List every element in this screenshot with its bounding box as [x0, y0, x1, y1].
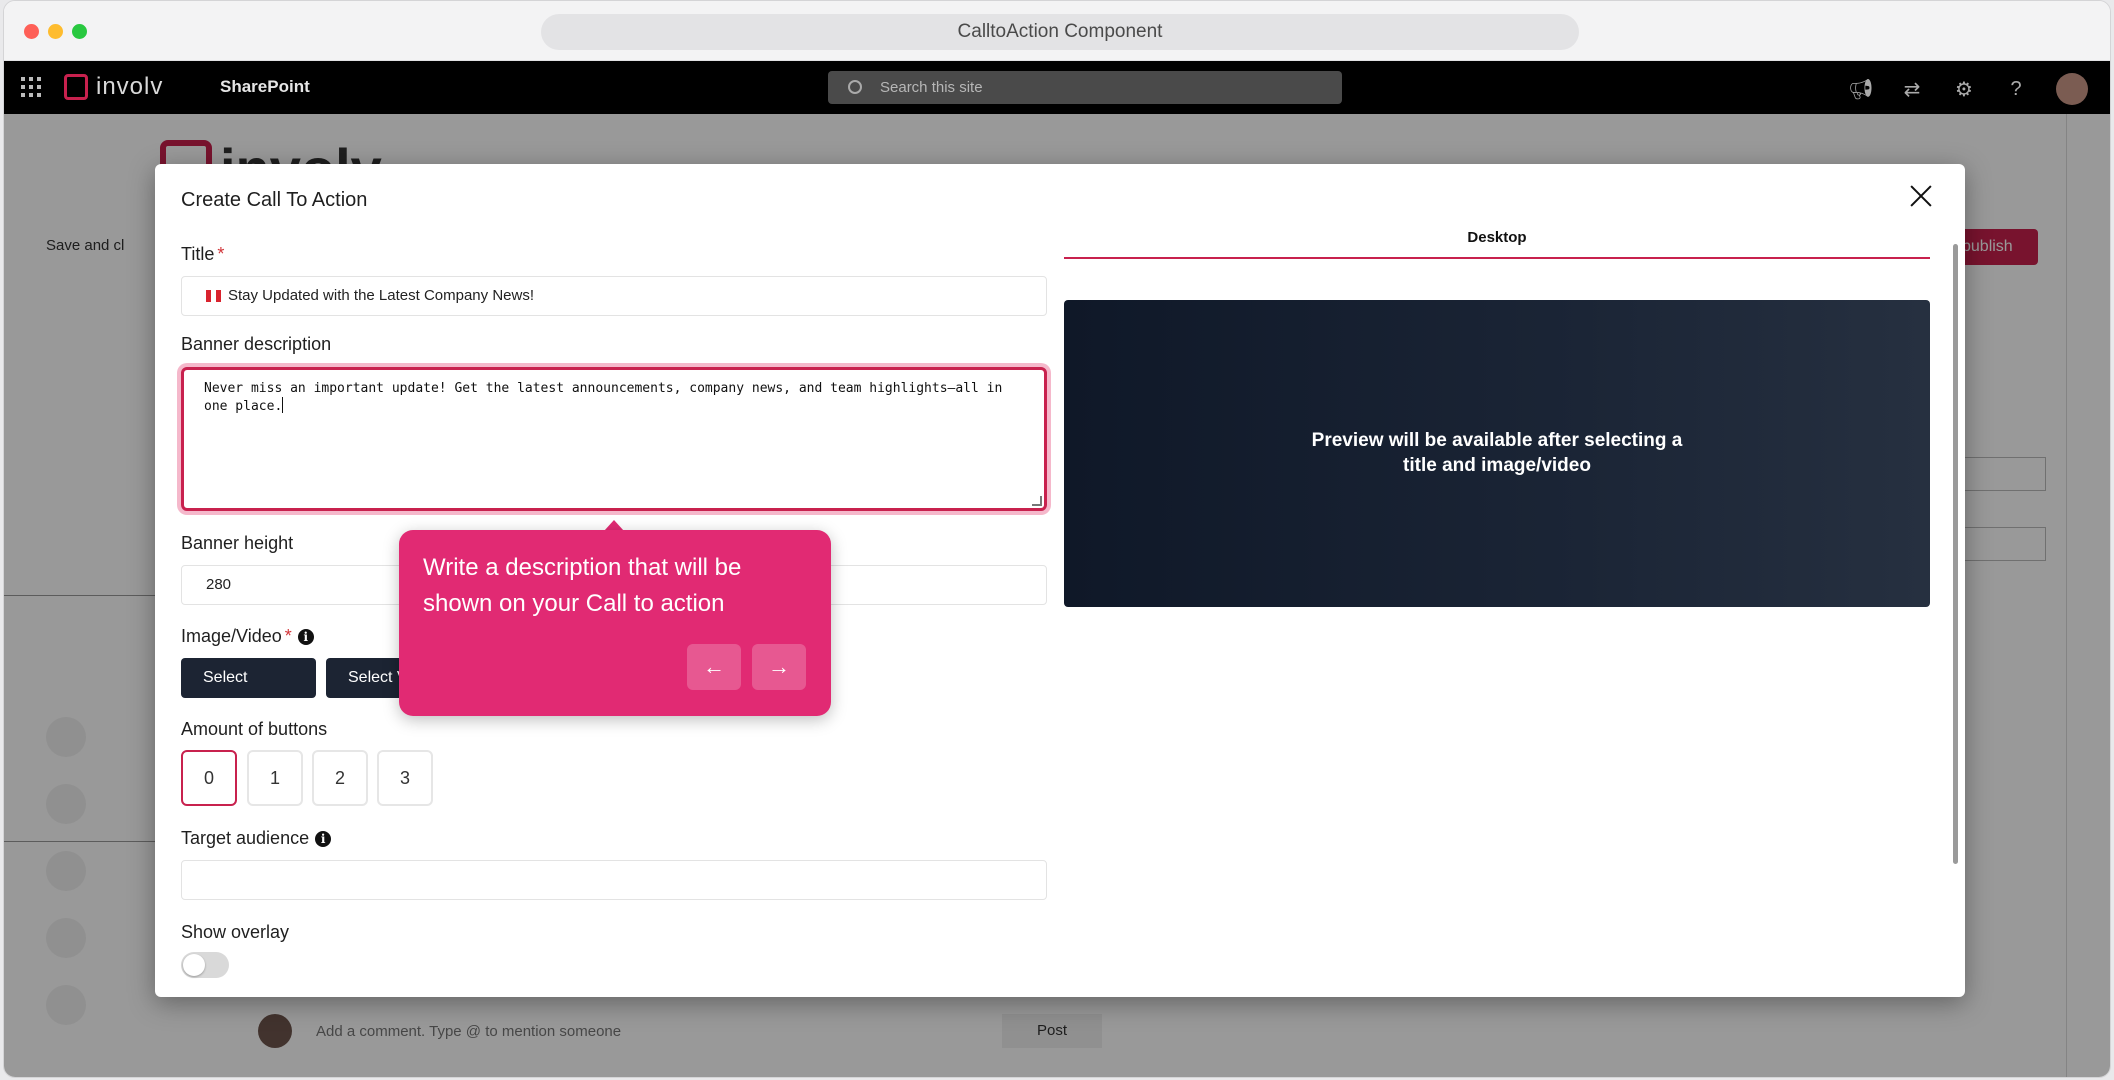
- scrollbar[interactable]: [1953, 244, 1958, 864]
- tooltip-text: Write a description that will be shown o…: [423, 554, 742, 617]
- close-window-button[interactable]: [24, 24, 39, 39]
- involv-logo-icon: [64, 74, 88, 100]
- app-launcher-icon[interactable]: [21, 77, 41, 97]
- logo-text: involv: [96, 73, 164, 100]
- resize-handle[interactable]: [1032, 496, 1042, 506]
- target-audience-input[interactable]: [181, 860, 1047, 900]
- amount-option-3[interactable]: 3: [377, 750, 433, 806]
- tab-desktop[interactable]: Desktop: [1064, 229, 1930, 259]
- help-icon[interactable]: ?: [2004, 78, 2028, 101]
- title-bar: CalltoAction Component: [4, 1, 2110, 61]
- suite-bar: involv SharePoint Search this site 📢︎ ⇄ …: [4, 61, 2110, 114]
- preview-panel: Preview will be available after selectin…: [1064, 300, 1930, 607]
- search-placeholder: Search this site: [880, 79, 983, 96]
- info-icon: i: [315, 831, 332, 847]
- amount-option-2[interactable]: 2: [312, 750, 368, 806]
- previous-step-button[interactable]: ←: [687, 644, 741, 690]
- megaphone-icon[interactable]: 📢︎: [1848, 77, 1873, 102]
- minimize-window-button[interactable]: [48, 24, 63, 39]
- maximize-window-button[interactable]: [72, 24, 87, 39]
- title-label: Title *: [181, 244, 225, 264]
- avatar[interactable]: [2056, 73, 2088, 105]
- amount-of-buttons-label: Amount of buttons: [181, 719, 328, 739]
- title-value: Stay Updated with the Latest Company New…: [228, 287, 534, 304]
- banner-description-textarea[interactable]: Never miss an important update! Get the …: [181, 367, 1047, 511]
- onboarding-tooltip: Write a description that will be shown o…: [399, 530, 831, 716]
- show-overlay-toggle[interactable]: [181, 952, 229, 978]
- required-marker: *: [217, 244, 225, 264]
- select-image-button[interactable]: Select Image: [181, 658, 316, 726]
- browser-window: CalltoAction Component involv SharePoint…: [3, 0, 2111, 1078]
- preview-message: Preview will be available after selectin…: [1311, 430, 1683, 476]
- dialog-title: Create Call To Action: [181, 189, 368, 211]
- site-search-input[interactable]: Search this site: [828, 71, 1342, 104]
- amount-option-0[interactable]: 0: [181, 750, 237, 806]
- search-icon: [848, 80, 862, 94]
- text-caret: [282, 397, 284, 413]
- arrow-right-icon: →: [768, 654, 790, 679]
- toggle-knob: [183, 954, 205, 976]
- amount-option-1[interactable]: 1: [247, 750, 303, 806]
- banner-description-label: Banner description: [181, 334, 332, 354]
- suite-bar-actions: 📢︎ ⇄ ⚙ ?: [1848, 73, 2088, 105]
- next-step-button[interactable]: →: [752, 644, 806, 690]
- megaphone-emoji-icon: [206, 290, 221, 302]
- image-video-label: Image/Video * i: [181, 626, 314, 647]
- gear-icon[interactable]: ⚙: [1952, 77, 1976, 102]
- banner-height-label: Banner height: [181, 533, 294, 553]
- target-audience-label: Target audience i: [181, 828, 332, 849]
- arrow-left-icon: ←: [703, 654, 725, 679]
- title-input[interactable]: Stay Updated with the Latest Company New…: [181, 276, 1047, 316]
- banner-description-value: Never miss an important update! Get the …: [204, 381, 1011, 414]
- app-name[interactable]: SharePoint: [220, 77, 310, 97]
- share-icon[interactable]: ⇄: [1900, 77, 1924, 102]
- info-icon: i: [297, 629, 314, 645]
- close-icon[interactable]: [1907, 182, 1935, 210]
- show-overlay-label: Show overlay: [181, 922, 290, 942]
- required-marker: *: [284, 626, 292, 646]
- involv-logo[interactable]: involv: [64, 73, 163, 101]
- address-bar[interactable]: CalltoAction Component: [541, 14, 1579, 50]
